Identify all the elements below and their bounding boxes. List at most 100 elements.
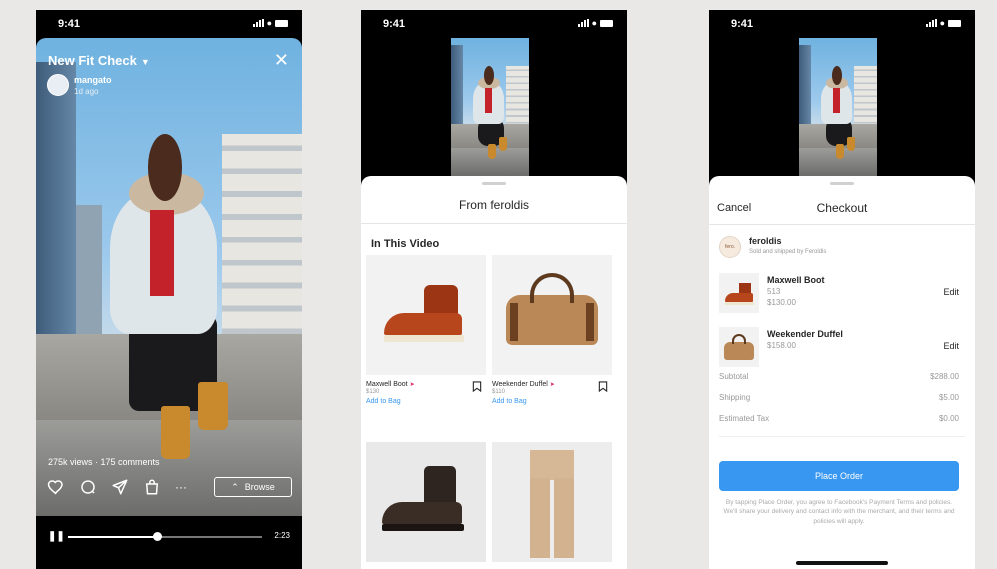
bookmark-icon[interactable] [598, 381, 608, 395]
progress-handle[interactable] [153, 532, 163, 541]
summary-label: Subtotal [719, 372, 749, 381]
status-time: 9:41 [58, 18, 81, 30]
seller-subtitle: Sold and shipped by Feroldis [749, 249, 827, 255]
username[interactable]: mangato [74, 75, 112, 85]
home-indicator [796, 561, 888, 565]
checkout-screen: 9:41 ● Cancel Checkout fero. feroldis So… [709, 10, 975, 569]
product-card[interactable] [366, 442, 486, 562]
video-player[interactable] [36, 38, 302, 516]
cart-item: Maxwell Boot 513 $130.00 Edit [719, 273, 959, 313]
video-duration: 2:23 [274, 531, 290, 540]
status-time: 9:41 [383, 18, 406, 30]
product-image[interactable] [492, 255, 612, 375]
progress-fill [68, 536, 158, 538]
chevron-up-icon: ⌃ [231, 481, 239, 492]
product-image[interactable] [366, 255, 486, 375]
summary-value: $0.00 [938, 414, 959, 423]
sheet-grabber[interactable] [482, 182, 506, 185]
shopping-bag-icon[interactable] [143, 478, 161, 496]
summary-row: Estimated Tax $0.00 [719, 414, 959, 423]
edit-button[interactable]: Edit [943, 341, 959, 351]
summary-label: Shipping [719, 393, 751, 402]
heart-icon[interactable] [47, 478, 65, 496]
more-icon[interactable]: ··· [175, 478, 193, 496]
video-thumbnail[interactable] [451, 38, 529, 176]
sheet-title: From feroldis [458, 198, 529, 212]
share-icon[interactable] [111, 478, 129, 496]
video-title-text: New Fit Check [48, 53, 137, 68]
product-card[interactable] [492, 442, 612, 562]
item-image [719, 273, 759, 313]
product-card[interactable]: Weekender Duffel ➤ $110 Add to Bag [492, 255, 612, 405]
status-bar: 9:41 ● [361, 10, 627, 38]
item-size: 513 [767, 287, 781, 296]
product-name: Maxwell Boot [366, 381, 408, 388]
video-title[interactable]: New Fit Check ▼ [48, 53, 150, 68]
item-price: $130.00 [767, 298, 796, 307]
product-sheet: From feroldis In This Video Maxwell Boot… [361, 176, 627, 569]
checkout-title: Checkout [816, 201, 868, 215]
product-price: $110 [492, 389, 505, 395]
product-name: Weekender Duffel [492, 381, 548, 388]
signal-icon [925, 19, 937, 27]
cart-item: Weekender Duffel $158.00 Edit [719, 327, 959, 367]
signal-icon [577, 19, 589, 27]
product-card[interactable]: Maxwell Boot ➤ $130 Add to Bag [366, 255, 486, 405]
comment-icon[interactable] [79, 478, 97, 496]
video-screen: 9:41 ● New Fit Check ▼ ✕ mangato 1d ago 2… [36, 10, 302, 569]
browse-button[interactable]: ⌃ Browse [214, 477, 292, 497]
seller-name: feroldis [749, 236, 782, 246]
battery-icon [948, 19, 961, 27]
product-image[interactable] [366, 442, 486, 562]
battery-icon [275, 19, 288, 27]
close-icon[interactable]: ✕ [274, 50, 289, 71]
summary-label: Estimated Tax [719, 414, 770, 423]
place-order-button[interactable]: Place Order [719, 461, 959, 491]
wifi-icon: ● [939, 18, 945, 28]
sheet-grabber[interactable] [830, 182, 854, 185]
section-title: In This Video [371, 238, 440, 250]
divider [709, 224, 975, 225]
browse-label: Browse [244, 482, 275, 492]
battery-icon [600, 19, 613, 27]
view-stats: 275k views · 175 comments [48, 457, 160, 467]
divider [719, 436, 965, 437]
product-price: $130 [366, 389, 380, 395]
item-name: Weekender Duffel [767, 329, 843, 339]
item-image [719, 327, 759, 367]
item-name: Maxwell Boot [767, 275, 825, 285]
divider [361, 223, 627, 224]
pause-icon[interactable]: ❚❚ [48, 531, 65, 542]
item-price: $158.00 [767, 341, 796, 350]
status-icons: ● [925, 18, 961, 28]
product-image[interactable] [492, 442, 612, 562]
legal-text: By tapping Place Order, you agree to Fac… [723, 499, 955, 525]
shop-sheet-screen: 9:41 ● From feroldis In This Video Maxwe… [361, 10, 627, 569]
add-to-bag-link[interactable]: Add to Bag [492, 398, 612, 405]
status-time: 9:41 [731, 18, 754, 30]
summary-value: $288.00 [930, 372, 959, 381]
summary-row: Subtotal $288.00 [719, 372, 959, 381]
add-to-bag-link[interactable]: Add to Bag [366, 398, 486, 405]
post-time: 1d ago [74, 87, 99, 96]
status-icons: ● [252, 18, 288, 28]
avatar[interactable] [47, 74, 69, 96]
wifi-icon: ● [591, 18, 597, 28]
signal-icon [252, 19, 264, 27]
bookmark-icon[interactable] [472, 381, 482, 395]
progress-track[interactable] [68, 536, 262, 538]
summary-row: Shipping $5.00 [719, 393, 959, 402]
sale-icon: ➤ [549, 382, 555, 388]
status-icons: ● [577, 18, 613, 28]
wifi-icon: ● [266, 18, 272, 28]
action-bar: ··· [47, 478, 193, 496]
edit-button[interactable]: Edit [943, 287, 959, 297]
chevron-down-icon: ▼ [140, 57, 150, 67]
status-bar: 9:41 ● [709, 10, 975, 38]
status-bar: 9:41 ● [36, 10, 302, 38]
video-thumbnail[interactable] [799, 38, 877, 176]
summary-value: $5.00 [938, 393, 959, 402]
checkout-sheet: Cancel Checkout fero. feroldis Sold and … [709, 176, 975, 569]
sale-icon: ➤ [409, 382, 415, 388]
seller-logo: fero. [719, 236, 741, 258]
